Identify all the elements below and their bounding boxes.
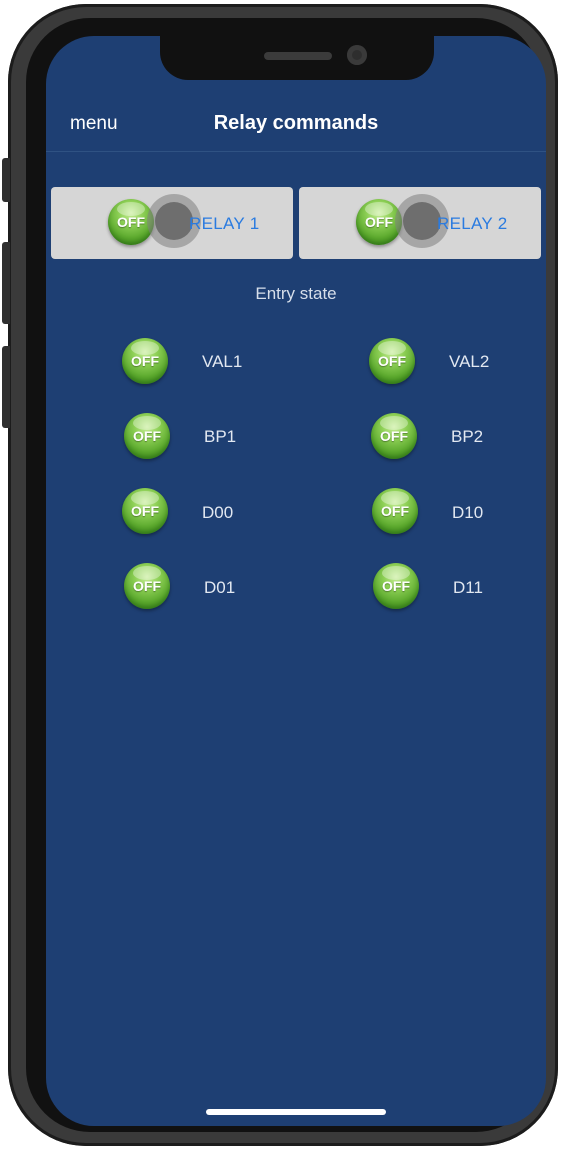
- relay-2-button[interactable]: OFF RELAY 2: [299, 187, 541, 259]
- d11-label: D11: [453, 578, 483, 597]
- volume-up-button: [2, 242, 10, 324]
- mute-switch: [2, 158, 10, 202]
- bp1-label: BP1: [204, 427, 237, 446]
- relay-2-label: RELAY 2: [437, 214, 508, 233]
- relay-1-label: RELAY 1: [189, 214, 260, 233]
- bp1-led-indicator: OFF: [124, 413, 170, 459]
- front-camera: [347, 45, 367, 65]
- bp2-led-indicator: OFF: [371, 413, 417, 459]
- entry-state-heading: Entry state: [255, 284, 337, 303]
- d01-led-indicator: OFF: [124, 563, 170, 609]
- relay-1-button[interactable]: OFF RELAY 1: [51, 187, 293, 259]
- phone-frame: menu Relay commands OFF RELAY 1 OFF RELA…: [2, 4, 558, 1146]
- val2-led-indicator: OFF: [369, 338, 415, 384]
- d10-led-indicator: OFF: [372, 488, 418, 534]
- val1-led-indicator: OFF: [122, 338, 168, 384]
- volume-down-button: [2, 346, 10, 428]
- d10-label: D10: [452, 503, 484, 522]
- d00-label: D00: [202, 503, 234, 522]
- page-title: Relay commands: [213, 112, 379, 134]
- val1-label: VAL1: [202, 352, 243, 371]
- d11-led-indicator: OFF: [373, 563, 419, 609]
- val2-label: VAL2: [449, 352, 490, 371]
- bp2-label: BP2: [451, 427, 484, 446]
- notch: [160, 36, 434, 80]
- speaker-grille: [264, 52, 332, 60]
- app-screen: menu Relay commands OFF RELAY 1 OFF RELA…: [46, 36, 546, 1126]
- nav-divider: [46, 151, 546, 152]
- d01-label: D01: [204, 578, 236, 597]
- d00-led-indicator: OFF: [122, 488, 168, 534]
- home-indicator[interactable]: [206, 1109, 386, 1115]
